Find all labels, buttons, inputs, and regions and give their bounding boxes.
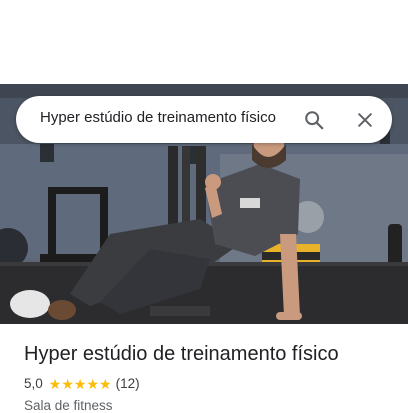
rating-row[interactable]: 5,0 ★ ★ ★ ★ ★ (12) [24, 376, 140, 391]
star-icon: ★ [61, 375, 74, 392]
close-icon[interactable] [350, 105, 380, 135]
search-icon[interactable] [299, 105, 329, 135]
place-title: Hyper estúdio de treinamento físico [24, 343, 339, 365]
search-query-text[interactable]: Hyper estúdio de treinamento físico [40, 109, 276, 126]
star-icon: ★ [48, 375, 62, 392]
place-category: Sala de fitness [24, 398, 113, 413]
review-count[interactable]: (12) [116, 376, 140, 391]
star-icon: ★ [99, 375, 112, 392]
place-info-panel: Hyper estúdio de treinamento físico 5,0 … [0, 324, 408, 413]
search-bar[interactable]: Hyper estúdio de treinamento físico [16, 96, 392, 143]
rating-stars: ★ ★ ★ ★ ★ [49, 377, 112, 391]
star-icon: ★ [86, 375, 100, 392]
top-blank-area [0, 0, 408, 84]
star-icon: ★ [73, 375, 87, 392]
rating-value: 5,0 [24, 376, 43, 391]
